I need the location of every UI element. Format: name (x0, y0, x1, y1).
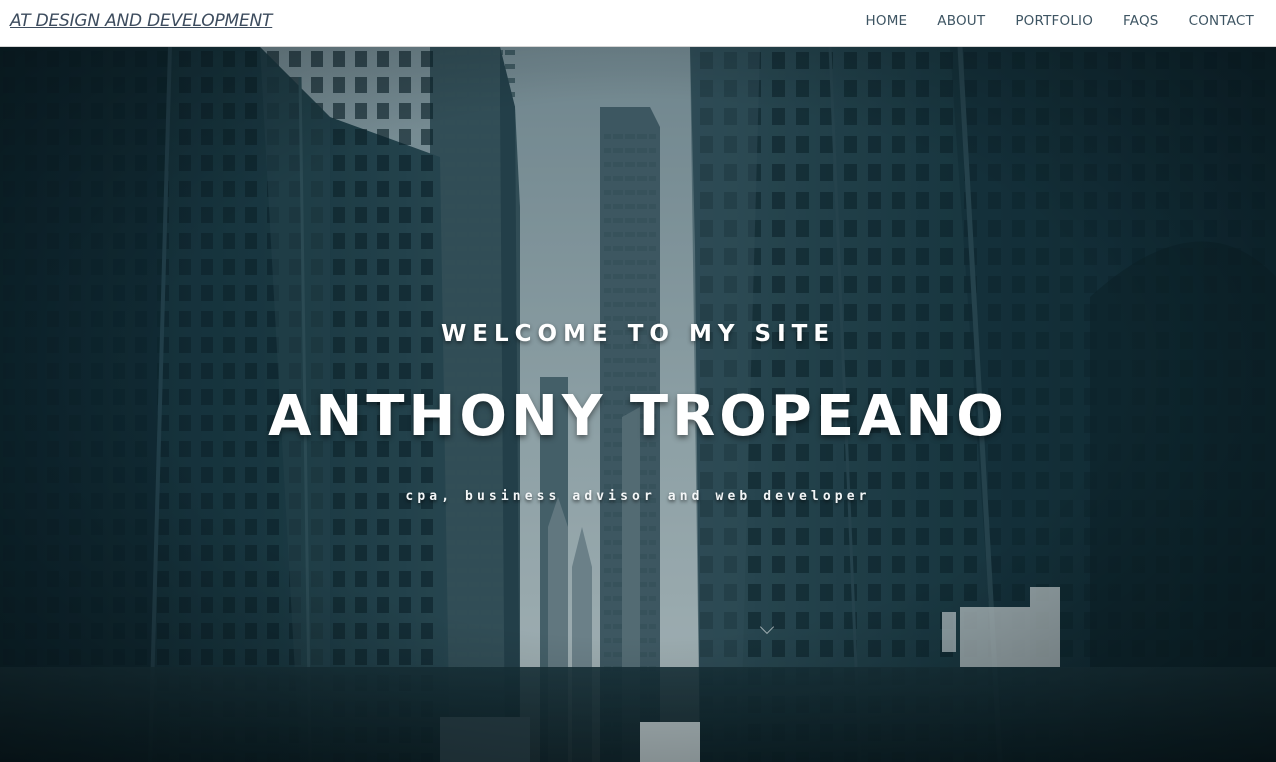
main-nav: HOME ABOUT PORTFOLIO FAQS CONTACT (866, 13, 1254, 29)
nav-portfolio[interactable]: PORTFOLIO (1015, 13, 1093, 29)
hero-tagline: cpa, business advisor and web developer (405, 489, 871, 504)
nav-contact[interactable]: CONTACT (1189, 13, 1254, 29)
nav-about[interactable]: ABOUT (937, 13, 985, 29)
hero-title: ANTHONY TROPEANO (268, 384, 1008, 449)
nav-home[interactable]: HOME (866, 13, 908, 29)
hero-section: WELCOME TO MY SITE ANTHONY TROPEANO cpa,… (0, 47, 1276, 762)
brand-logo-link[interactable]: AT DESIGN AND DEVELOPMENT (10, 11, 272, 31)
hero-eyebrow: WELCOME TO MY SITE (440, 321, 836, 347)
top-navbar: AT DESIGN AND DEVELOPMENT HOME ABOUT POR… (0, 0, 1276, 47)
nav-faqs[interactable]: FAQS (1123, 13, 1159, 29)
chevron-down-icon[interactable] (759, 619, 775, 635)
hero-content: WELCOME TO MY SITE ANTHONY TROPEANO cpa,… (0, 47, 1276, 762)
